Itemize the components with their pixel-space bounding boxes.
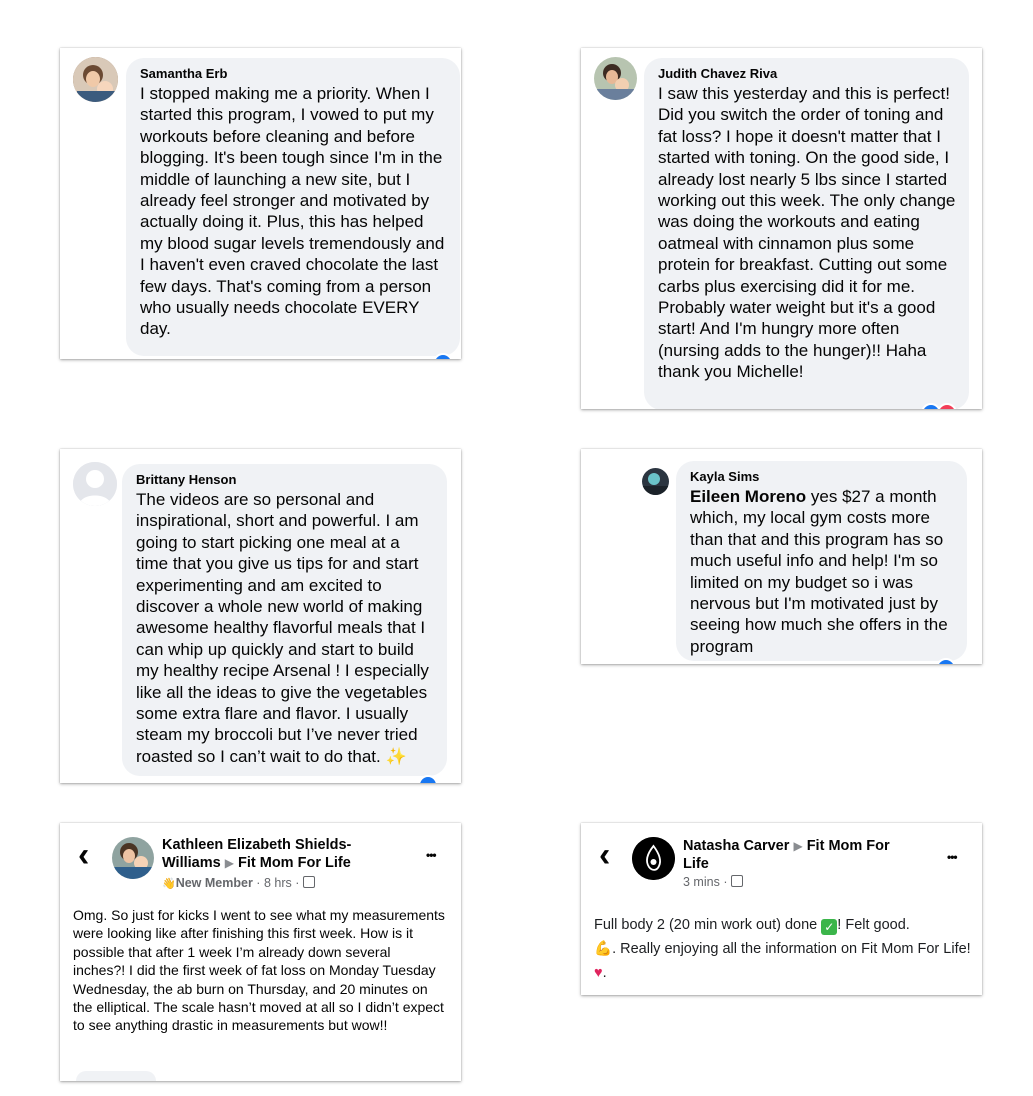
- post-text-part: .: [602, 965, 607, 981]
- comment-bubble: Judith Chavez Riva I saw this yesterday …: [644, 58, 969, 409]
- comment-text: The videos are so personal and inspirati…: [136, 489, 435, 767]
- post-meta: 3 mins ·: [683, 875, 743, 889]
- post-meta: 👋New Member · 8 hrs ·: [162, 876, 315, 890]
- post-card: ‹ Natasha Carver ▶ Fit Mom For Life 3 mi…: [581, 823, 982, 995]
- avatar[interactable]: [642, 468, 669, 495]
- comment-card: Brittany Henson The videos are so person…: [60, 449, 461, 783]
- comment-author[interactable]: Kayla Sims: [690, 469, 955, 485]
- group-name[interactable]: Fit Mom For Life: [238, 855, 351, 871]
- check-mark-emoji-icon: ✓: [821, 919, 838, 935]
- fit-mom-logo-icon: [632, 837, 675, 880]
- more-options-icon[interactable]: •••: [947, 850, 958, 864]
- post-text-part: Full body 2 (20 min work out) done: [594, 917, 822, 933]
- new-member-icon: 👋: [162, 878, 176, 890]
- more-options-icon[interactable]: •••: [426, 848, 437, 862]
- flexed-biceps-emoji-icon: 💪: [594, 941, 613, 957]
- post-time[interactable]: 8 hrs: [264, 876, 292, 890]
- like-reaction-icon[interactable]: [418, 775, 438, 783]
- sparkles-emoji-icon: ✨: [385, 746, 407, 766]
- avatar[interactable]: [73, 462, 117, 506]
- reaction-pill[interactable]: [76, 1071, 156, 1081]
- comment-card: Judith Chavez Riva I saw this yesterday …: [581, 48, 982, 409]
- privacy-group-icon: [730, 875, 743, 887]
- comment-author[interactable]: Samantha Erb: [140, 66, 448, 82]
- post-author[interactable]: Natasha Carver: [683, 838, 789, 854]
- comment-author[interactable]: Judith Chavez Riva: [658, 66, 957, 82]
- default-profile-icon: [73, 462, 117, 506]
- comment-author[interactable]: Brittany Henson: [136, 472, 435, 488]
- mention-link[interactable]: Eileen Moreno: [690, 487, 806, 506]
- comment-text-body: The videos are so personal and inspirati…: [136, 490, 429, 766]
- member-badge: New Member: [175, 876, 253, 890]
- separator: ·: [295, 876, 300, 890]
- post-text-part: . Really enjoying all the information on…: [612, 941, 971, 957]
- post-text: Omg. So just for kicks I went to see wha…: [73, 907, 445, 1034]
- avatar[interactable]: [73, 57, 118, 102]
- comment-text: Eileen Moreno yes $27 a month which, my …: [690, 486, 955, 657]
- arrow-right-icon: ▶: [224, 856, 234, 870]
- comment-card: Samantha Erb I stopped making me a prior…: [60, 48, 461, 359]
- comment-text-body: yes $27 a month which, my local gym cost…: [690, 487, 948, 656]
- post-text: Full body 2 (20 min work out) done ✓! Fe…: [594, 913, 972, 985]
- back-chevron-icon[interactable]: ‹: [599, 836, 610, 875]
- avatar[interactable]: [112, 837, 154, 879]
- comment-bubble: Samantha Erb I stopped making me a prior…: [126, 58, 460, 356]
- comment-text: I stopped making me a priority. When I s…: [140, 84, 445, 339]
- back-chevron-icon[interactable]: ‹: [78, 836, 89, 875]
- separator: ·: [723, 875, 728, 889]
- separator: ·: [256, 876, 261, 890]
- privacy-group-icon: [302, 876, 315, 888]
- red-heart-emoji-icon: ♥: [594, 965, 603, 981]
- post-author-line: Kathleen Elizabeth Shields-Williams ▶ Fi…: [162, 836, 382, 872]
- post-card: ‹ Kathleen Elizabeth Shields-Williams ▶ …: [60, 823, 461, 1081]
- comment-card: Kayla Sims Eileen Moreno yes $27 a month…: [581, 449, 982, 664]
- comment-text: I saw this yesterday and this is perfect…: [658, 84, 956, 382]
- comment-bubble: Brittany Henson The videos are so person…: [122, 464, 447, 776]
- post-time[interactable]: 3 mins: [683, 875, 720, 889]
- post-author-line: Natasha Carver ▶ Fit Mom For Life: [683, 837, 913, 873]
- avatar[interactable]: [594, 57, 637, 100]
- avatar[interactable]: [632, 837, 675, 880]
- post-text-part: ! Felt good.: [837, 917, 910, 933]
- arrow-right-icon: ▶: [793, 839, 803, 853]
- comment-bubble: Kayla Sims Eileen Moreno yes $27 a month…: [676, 461, 967, 661]
